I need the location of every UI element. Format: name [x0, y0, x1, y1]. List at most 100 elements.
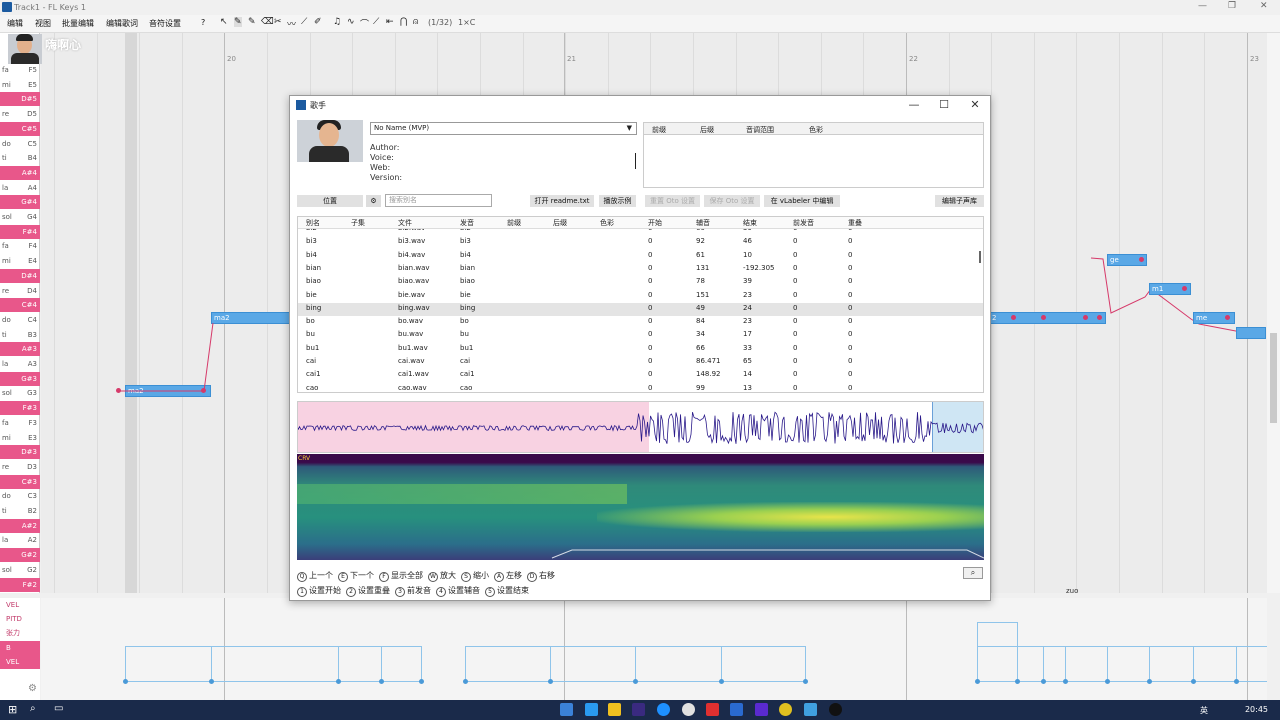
loop-icon[interactable]: ⍝: [413, 17, 418, 27]
pitch-point[interactable]: [1097, 315, 1102, 320]
maximize-icon[interactable]: ☐: [934, 98, 954, 111]
expression-curve-panel[interactable]: [41, 598, 1267, 700]
piano-key[interactable]: sol G3: [0, 386, 40, 400]
oto-column-header[interactable]: 色彩: [600, 218, 614, 228]
taskbar-app-icon[interactable]: [657, 703, 670, 716]
search-icon[interactable]: ⌕: [30, 703, 43, 716]
piano-key[interactable]: re D3: [0, 460, 40, 474]
piano-key[interactable]: ti B2: [0, 504, 40, 518]
vibrato-icon[interactable]: ∿: [347, 17, 355, 27]
oto-column-header[interactable]: 结束: [743, 218, 757, 228]
windows-start-icon[interactable]: ⊞: [8, 703, 21, 716]
piano-key[interactable]: D#4: [0, 268, 40, 283]
piano-key[interactable]: sol G4: [0, 210, 40, 224]
minimize-icon[interactable]: —: [1198, 1, 1207, 11]
settings-gear-icon[interactable]: ⚙: [28, 683, 37, 694]
search-icon[interactable]: ⌕: [963, 567, 983, 579]
piano-key[interactable]: G#3: [0, 371, 40, 386]
piano-key[interactable]: sol G2: [0, 563, 40, 577]
piano-key[interactable]: A#3: [0, 342, 40, 357]
phoneme-icon[interactable]: ⇤: [386, 17, 394, 27]
knife-tool-icon[interactable]: ✂: [274, 17, 282, 27]
oto-column-header[interactable]: 别名: [306, 218, 320, 228]
menu-view[interactable]: 视图: [35, 18, 51, 29]
taskbar-app-icon[interactable]: [682, 703, 695, 716]
menu-help[interactable]: ?: [201, 18, 205, 27]
piano-key[interactable]: C#5: [0, 121, 40, 136]
piano-key[interactable]: F#2: [0, 577, 40, 592]
piano-key[interactable]: do C3: [0, 489, 40, 503]
piano-key[interactable]: re D5: [0, 107, 40, 121]
oto-row[interactable]: bi4 bi4.wav bi4 0 61 10 0 0: [298, 250, 983, 263]
piano-key[interactable]: re D4: [0, 284, 40, 298]
maximize-icon[interactable]: ❐: [1228, 1, 1236, 11]
piano-key[interactable]: F#3: [0, 401, 40, 416]
pen-tool-icon[interactable]: ✎: [234, 17, 242, 27]
oto-column-header[interactable]: 后缀: [553, 218, 567, 228]
close-icon[interactable]: ✕: [965, 98, 985, 111]
oto-row[interactable]: bie bie.wav bie 0 151 23 0 0: [298, 290, 983, 303]
taskbar-app-icon[interactable]: [585, 703, 598, 716]
oto-column-header[interactable]: 重叠: [848, 218, 862, 228]
edit-in-vlabeler-button[interactable]: 在 vLabeler 中编辑: [764, 195, 840, 207]
pitch-point[interactable]: [1182, 286, 1187, 291]
oto-table[interactable]: bi2bi2.wavbi20603900bi3bi3.wavbi30924600…: [297, 216, 984, 393]
piano-key[interactable]: ti B4: [0, 151, 40, 165]
piano-key[interactable]: mi E3: [0, 431, 40, 445]
piano-key[interactable]: fa F5: [0, 63, 40, 77]
snap-value[interactable]: 1×C: [458, 18, 475, 27]
taskbar-app-icon[interactable]: [829, 703, 842, 716]
singer-select[interactable]: No Name (MVP) ▼: [370, 122, 637, 135]
oto-row[interactable]: cao cao.wav cao 0 99 13 0 0: [298, 383, 983, 392]
piano-key[interactable]: la A3: [0, 357, 40, 371]
oto-row[interactable]: cai cai.wav cai 0 86.471 65 0 0: [298, 356, 983, 369]
waveform-view[interactable]: [297, 401, 984, 453]
piano-key[interactable]: D#5: [0, 92, 40, 107]
minimize-icon[interactable]: —: [904, 98, 924, 111]
taskbar-app-icon[interactable]: [755, 703, 768, 716]
piano-key[interactable]: C#3: [0, 474, 40, 489]
expression-b[interactable]: B: [0, 641, 40, 655]
note-icon[interactable]: ♫: [333, 17, 341, 27]
piano-key[interactable]: do C4: [0, 313, 40, 327]
piano-key[interactable]: do C5: [0, 137, 40, 151]
expression-tension[interactable]: 张力: [0, 626, 40, 640]
oto-row[interactable]: bu1 bu1.wav bu1 0 66 33 0 0: [298, 343, 983, 356]
draw-pitch-icon[interactable]: 〰: [287, 17, 296, 30]
oto-column-header[interactable]: 前发音: [793, 218, 814, 228]
oto-row[interactable]: bian bian.wav bian 0 131 -192.305 0 0: [298, 263, 983, 276]
oto-row[interactable]: bi3 bi3.wav bi3 0 92 46 0 0: [298, 236, 983, 249]
open-readme-button[interactable]: 打开 readme.txt: [530, 195, 594, 207]
oto-row[interactable]: bo bo.wav bo 0 84 23 0 0: [298, 316, 983, 329]
oto-row[interactable]: bing bing.wav bing 0 49 24 0 0: [298, 302, 983, 316]
piano-key[interactable]: D#3: [0, 445, 40, 460]
note-block[interactable]: [1236, 327, 1266, 339]
spectrogram[interactable]: CRV: [297, 454, 984, 560]
taskbar-app-icon[interactable]: [632, 703, 645, 716]
pen-plus-tool-icon[interactable]: ✎: [248, 17, 256, 27]
task-view-icon[interactable]: ▭: [54, 703, 67, 716]
piano-key[interactable]: A#4: [0, 165, 40, 180]
taskbar-app-icon[interactable]: [608, 703, 621, 716]
piano-key[interactable]: fa F3: [0, 416, 40, 430]
search-input[interactable]: 搜索别名: [385, 194, 492, 207]
piano-key[interactable]: G#2: [0, 548, 40, 563]
oto-column-header[interactable]: 开始: [648, 218, 662, 228]
oto-column-header[interactable]: 前缀: [507, 218, 521, 228]
play-sample-button[interactable]: 播放示例: [599, 195, 636, 207]
note-block[interactable]: 2: [989, 312, 1106, 324]
oto-row[interactable]: bu bu.wav bu 0 34 17 0 0: [298, 329, 983, 342]
reset-oto-button[interactable]: 重置 Oto 设置: [645, 195, 700, 207]
pitch-point[interactable]: [1225, 315, 1230, 320]
pitch-point[interactable]: [1083, 315, 1088, 320]
line-tool-icon[interactable]: ⟋: [301, 17, 307, 27]
piano-key[interactable]: la A4: [0, 181, 40, 195]
piano-key[interactable]: la A2: [0, 533, 40, 547]
pitch-point[interactable]: [1041, 315, 1046, 320]
subbank-table[interactable]: 前缀 后缀 音调范围 色彩: [643, 122, 984, 188]
expression-vel[interactable]: VEL: [0, 598, 40, 612]
piano-key[interactable]: A#2: [0, 518, 40, 533]
menu-note-settings[interactable]: 音符设置: [149, 18, 181, 29]
piano-key[interactable]: ti B3: [0, 328, 40, 342]
taskbar-app-icon[interactable]: [560, 703, 573, 716]
